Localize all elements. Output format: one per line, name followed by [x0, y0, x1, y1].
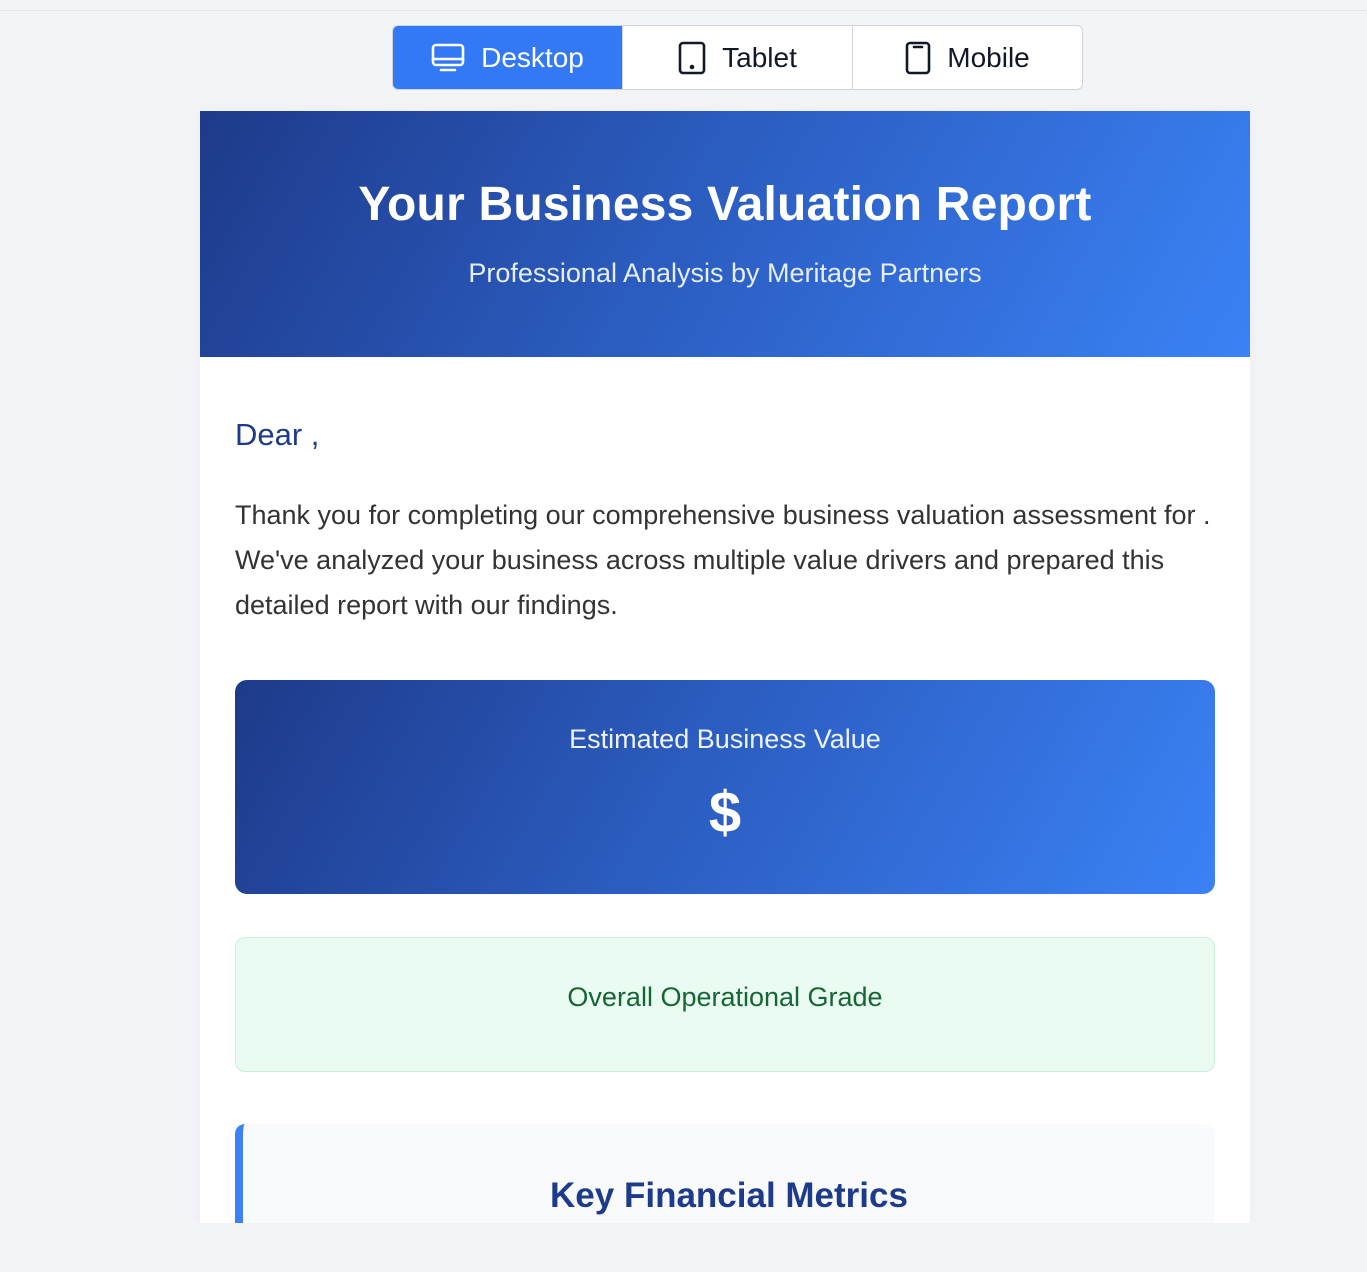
desktop-view-button[interactable]: Desktop — [393, 26, 623, 89]
report-title: Your Business Valuation Report — [358, 178, 1092, 231]
estimated-value-card: Estimated Business Value $ — [235, 680, 1215, 894]
operational-grade-label: Overall Operational Grade — [567, 982, 883, 1012]
bottom-bar — [0, 1223, 1367, 1272]
report-subtitle: Professional Analysis by Meritage Partne… — [468, 258, 982, 288]
device-switcher: Desktop Tablet Mobile — [392, 25, 1083, 90]
tablet-view-label: Tablet — [722, 41, 797, 73]
tablet-view-button[interactable]: Tablet — [623, 26, 853, 89]
desktop-icon — [431, 43, 465, 73]
key-metrics-card: Key Financial Metrics — [235, 1124, 1215, 1223]
key-metrics-title: Key Financial Metrics — [550, 1176, 908, 1215]
operational-grade-card: Overall Operational Grade — [235, 937, 1215, 1072]
estimated-value-label: Estimated Business Value — [569, 724, 881, 754]
tablet-icon — [678, 41, 706, 75]
intro-paragraph: Thank you for completing our comprehensi… — [235, 500, 1211, 620]
mobile-view-label: Mobile — [947, 41, 1030, 73]
email-body: Dear , Thank you for completing our comp… — [200, 357, 1250, 1223]
desktop-view-label: Desktop — [481, 41, 584, 73]
greeting: Dear , — [235, 417, 320, 452]
mobile-view-button[interactable]: Mobile — [853, 26, 1082, 89]
email-preview: Your Business Valuation Report Professio… — [200, 111, 1250, 1223]
estimated-value-amount: $ — [708, 780, 742, 845]
mobile-icon — [905, 41, 931, 75]
email-header: Your Business Valuation Report Professio… — [200, 111, 1250, 357]
